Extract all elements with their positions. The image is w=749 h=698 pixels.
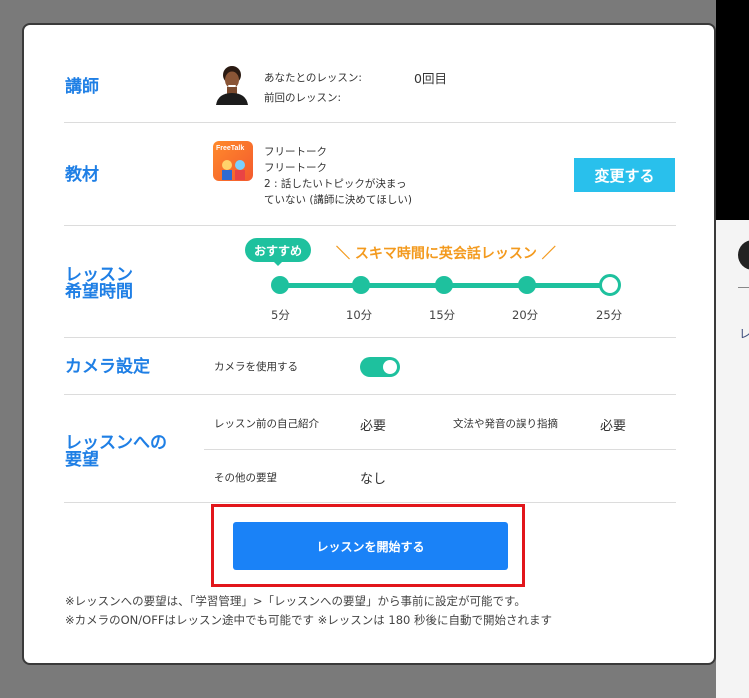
- camera-use-label: カメラを使用する: [214, 361, 298, 373]
- duration-tick-label: 20分: [512, 308, 539, 322]
- duration-tick-label: 25分: [596, 308, 623, 322]
- material-line-2: フリートーク: [264, 162, 327, 174]
- duration-option-25-selected[interactable]: [599, 274, 621, 296]
- lessons-with-you-label: あなたとのレッスン:: [264, 72, 362, 84]
- background-video-area: [716, 0, 749, 220]
- camera-toggle[interactable]: [360, 357, 400, 377]
- self-intro-label: レッスン前の自己紹介: [214, 418, 319, 430]
- note-requests: ※レッスンへの要望は、「学習管理」>「レッスンへの要望」から事前に設定が可能です…: [65, 594, 526, 608]
- correction-value: 必要: [600, 419, 627, 434]
- start-lesson-button[interactable]: レッスンを開始する: [233, 522, 508, 570]
- material-line-3: 2 : 話したいトピックが決まっ: [264, 178, 407, 190]
- duration-tick-label: 10分: [346, 308, 373, 322]
- duration-option-15[interactable]: [435, 276, 453, 294]
- toggle-knob: [383, 360, 397, 374]
- promo-text: ＼ スキマ時間に英会話レッスン ／: [336, 246, 556, 262]
- background-panel: [716, 220, 749, 698]
- freetalk-material-icon: FreeTalk: [213, 141, 253, 181]
- duration-title-line-2: 希望時間: [65, 282, 133, 302]
- camera-section-title: カメラ設定: [65, 357, 150, 377]
- material-line-4: ていない (講師に決めてほしい): [264, 194, 413, 206]
- divider: [64, 122, 676, 123]
- recommended-badge-pointer: [273, 261, 283, 266]
- background-label: レ: [739, 327, 749, 341]
- duration-tick-label: 5分: [271, 308, 290, 322]
- duration-tick-label: 15分: [429, 308, 456, 322]
- teacher-avatar: [216, 66, 248, 105]
- other-requests-label: その他の要望: [214, 472, 277, 484]
- material-line-1: フリートーク: [264, 146, 327, 158]
- requests-title-line-2: 要望: [65, 450, 99, 470]
- other-requests-value: なし: [360, 472, 387, 487]
- divider: [204, 449, 676, 450]
- lesson-start-modal: 講師 あなたとのレッスン: 0回目 前回のレッスン: 教材 FreeTalk フ…: [22, 23, 716, 665]
- change-material-button[interactable]: 変更する: [574, 158, 675, 192]
- divider: [64, 337, 676, 338]
- self-intro-value: 必要: [360, 419, 387, 434]
- previous-lesson-label: 前回のレッスン:: [264, 92, 342, 104]
- divider: [64, 394, 676, 395]
- duration-option-20[interactable]: [518, 276, 536, 294]
- note-camera-autostart: ※カメラのON/OFFはレッスン途中でも可能です ※レッスンは 180 秒後に自…: [65, 613, 552, 627]
- teacher-section-title: 講師: [65, 77, 99, 97]
- divider: [64, 502, 676, 503]
- recommended-badge: おすすめ: [245, 238, 311, 262]
- duration-option-5[interactable]: [271, 276, 289, 294]
- background-divider: [738, 287, 749, 288]
- duration-option-10[interactable]: [352, 276, 370, 294]
- lessons-with-you-value: 0回目: [414, 71, 447, 86]
- correction-label: 文法や発音の誤り指摘: [453, 418, 558, 430]
- divider: [64, 225, 676, 226]
- material-section-title: 教材: [65, 165, 99, 185]
